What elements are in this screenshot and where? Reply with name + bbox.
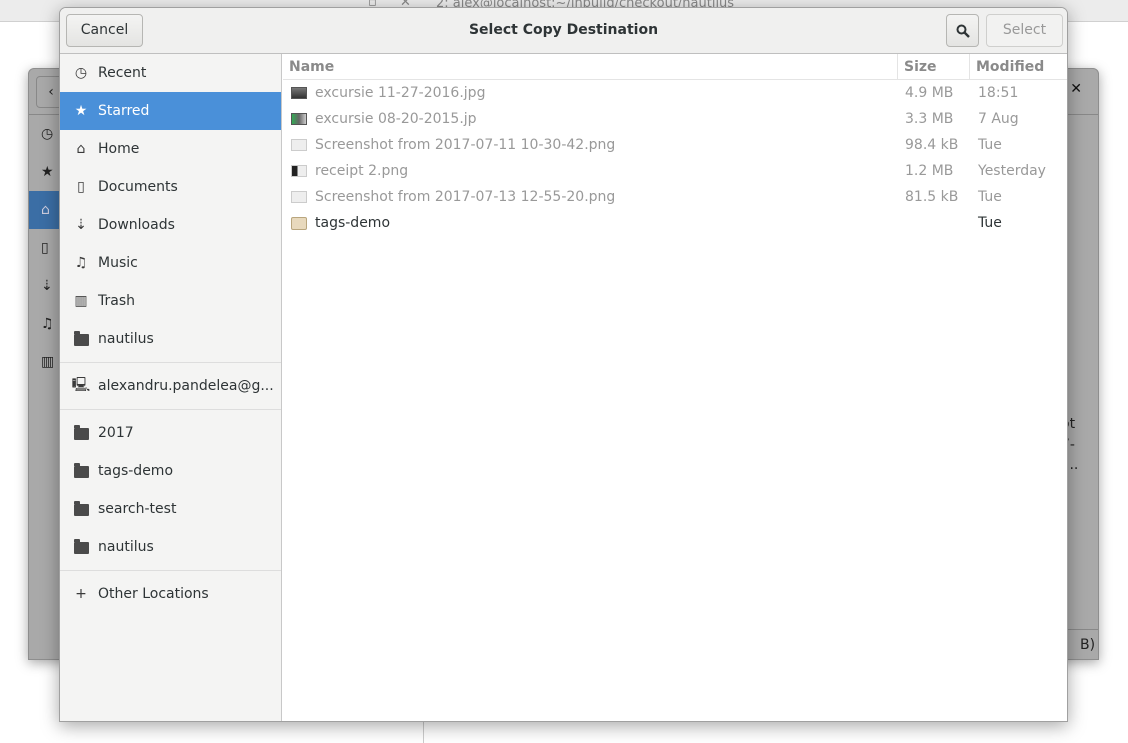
file-name: receipt 2.png (315, 163, 409, 179)
star-icon: ★ (41, 164, 54, 180)
file-row[interactable]: excursie 08-20-2015.jp 3.3 MB 7 Aug (283, 106, 1067, 132)
select-button[interactable]: Select (986, 14, 1063, 47)
file-chooser-dialog: Select Copy Destination Cancel Select ◷ R… (59, 7, 1068, 722)
divider (60, 570, 281, 571)
sidebar-item-recent[interactable]: ◷ Recent (60, 54, 281, 92)
document-icon: ▯ (41, 240, 49, 256)
search-button[interactable] (946, 14, 979, 47)
file-name: tags-demo (315, 215, 391, 231)
file-modified: 7 Aug (978, 111, 1019, 127)
file-list: Name Size Modified excursie 11-27-2016.j… (283, 54, 1067, 721)
file-row[interactable]: excursie 11-27-2016.jpg 4.9 MB 18:51 (283, 80, 1067, 106)
sidebar-item-home[interactable]: ⌂ Home (60, 130, 281, 168)
file-name-cell: excursie 11-27-2016.jpg (283, 80, 898, 106)
folder-row[interactable]: tags-demo Tue (283, 210, 1067, 236)
file-size: 3.3 MB (905, 111, 954, 127)
music-icon: ♫ (74, 255, 88, 271)
file-size: 98.4 kB (905, 137, 959, 153)
sidebar-item-bookmark-nautilus[interactable]: nautilus (60, 528, 281, 566)
folder-icon (73, 539, 89, 555)
music-icon: ♫ (41, 316, 54, 332)
sidebar-item-bookmark-2017[interactable]: 2017 (60, 414, 281, 452)
file-size: 4.9 MB (905, 85, 954, 101)
sidebar-item-network-account[interactable]: 🖳 alexandru.pandelea@g... (60, 367, 281, 405)
file-modified: Yesterday (978, 163, 1046, 179)
file-name-cell: receipt 2.png (283, 158, 898, 184)
trash-icon: ▥ (41, 354, 55, 370)
folder-icon (291, 216, 307, 230)
plus-icon: + (75, 586, 87, 602)
file-modified: Tue (978, 189, 1002, 205)
folder-icon (73, 501, 89, 517)
folder-icon (73, 463, 89, 479)
file-thumbnail-icon (291, 139, 307, 151)
column-header-modified[interactable]: Modified (970, 54, 1044, 79)
file-modified: Tue (978, 137, 1002, 153)
sidebar-item-starred[interactable]: ★ Starred (60, 92, 281, 130)
download-icon: ⇣ (41, 278, 53, 294)
file-size: 81.5 kB (905, 189, 959, 205)
file-thumbnail-icon (291, 191, 307, 203)
sidebar-item-trash[interactable]: ▥ Trash (60, 282, 281, 320)
trash-icon: ▥ (74, 293, 88, 309)
cancel-button[interactable]: Cancel (66, 14, 143, 47)
sidebar-item-documents[interactable]: ▯ Documents (60, 168, 281, 206)
column-header-size[interactable]: Size (898, 54, 970, 79)
sidebar-item-downloads[interactable]: ⇣ Downloads (60, 206, 281, 244)
file-size (898, 210, 970, 236)
file-thumbnail-icon (291, 165, 307, 177)
sidebar-item-bookmark-search-test[interactable]: search-test (60, 490, 281, 528)
document-icon: ▯ (77, 179, 85, 195)
home-icon: ⌂ (76, 141, 86, 157)
file-thumbnail-icon (291, 113, 307, 125)
file-name-cell: Screenshot from 2017-07-13 12-55-20.png (283, 184, 898, 210)
file-row[interactable]: receipt 2.png 1.2 MB Yesterday (283, 158, 1067, 184)
sidebar-item-music[interactable]: ♫ Music (60, 244, 281, 282)
folder-icon (73, 425, 89, 441)
file-modified: 18:51 (978, 85, 1019, 101)
file-row[interactable]: Screenshot from 2017-07-13 12-55-20.png 8… (283, 184, 1067, 210)
file-name-cell: Screenshot from 2017-07-11 10-30-42.png (283, 132, 898, 158)
file-name: Screenshot from 2017-07-11 10-30-42.png (315, 137, 616, 153)
dialog-title: Select Copy Destination (468, 22, 659, 38)
sidebar-item-other-locations[interactable]: + Other Locations (60, 575, 281, 613)
home-icon: ⌂ (29, 191, 60, 229)
file-name: Screenshot from 2017-07-13 12-55-20.png (315, 189, 616, 205)
dialog-header: Select Copy Destination Cancel Select (60, 8, 1067, 54)
file-size: 1.2 MB (905, 163, 954, 179)
folder-icon (73, 331, 89, 347)
file-name-cell: tags-demo (283, 210, 898, 236)
file-name: excursie 08-20-2015.jp (315, 111, 477, 127)
file-row[interactable]: Screenshot from 2017-07-11 10-30-42.png 9… (283, 132, 1067, 158)
search-icon (956, 24, 970, 38)
close-icon: ✕ (1070, 81, 1082, 97)
file-modified: Tue (978, 215, 1002, 231)
column-header-name[interactable]: Name (283, 54, 898, 79)
places-sidebar: ◷ Recent ★ Starred ⌂ Home ▯ Documents ⇣ Downl… (60, 54, 282, 721)
file-name: excursie 11-27-2016.jpg (315, 85, 486, 101)
sidebar-item-bookmark-tags-demo[interactable]: tags-demo (60, 452, 281, 490)
column-headers: Name Size Modified (283, 54, 1067, 80)
clock-icon: ◷ (74, 65, 88, 81)
sidebar-item-nautilus[interactable]: nautilus (60, 320, 281, 358)
divider (60, 362, 281, 363)
network-server-icon: 🖳 (71, 377, 91, 393)
file-name-cell: excursie 08-20-2015.jp (283, 106, 898, 132)
file-thumbnail-icon (291, 87, 307, 99)
star-icon: ★ (74, 103, 88, 119)
download-icon: ⇣ (75, 217, 87, 233)
divider (60, 409, 281, 410)
clock-icon: ◷ (41, 126, 54, 142)
